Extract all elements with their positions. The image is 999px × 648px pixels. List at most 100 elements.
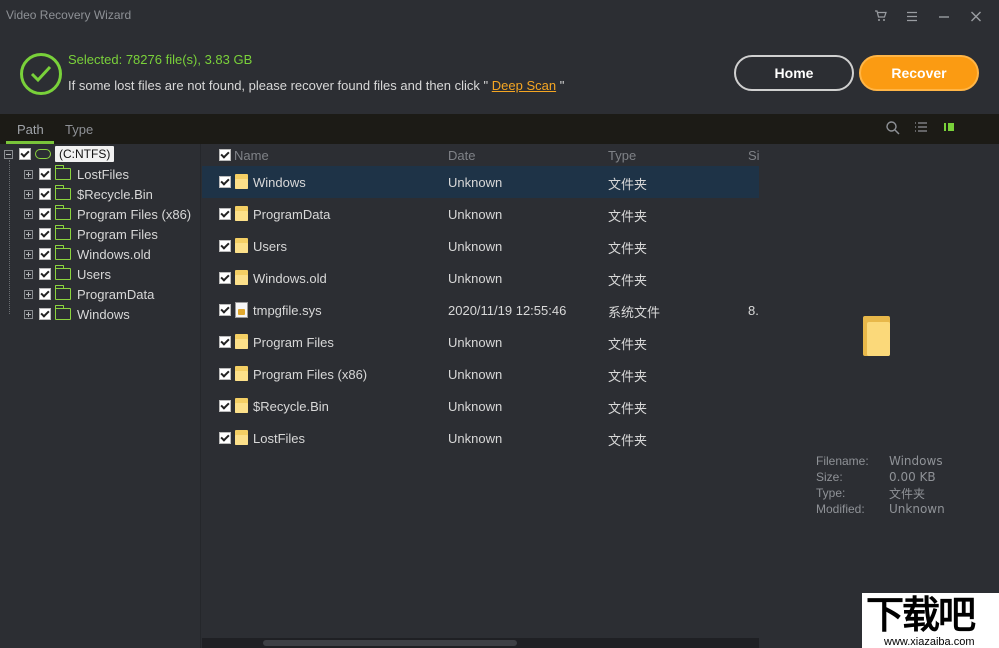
file-type: 文件夹 [608, 210, 648, 225]
watermark-url: www.xiazaiba.com [884, 636, 975, 648]
search-icon[interactable] [885, 120, 901, 136]
file-name: Windows.old [253, 271, 327, 286]
file-type: 系统文件 [608, 306, 661, 321]
tree-item-checkbox[interactable] [39, 308, 51, 320]
tree-item-checkbox[interactable] [39, 208, 51, 220]
deep-scan-hint: If some lost files are not found, please… [68, 78, 564, 93]
tab-path[interactable]: Path [17, 122, 44, 137]
file-name: tmpgfile.sys [253, 303, 322, 318]
meta-size-label: Size: [816, 470, 843, 484]
file-row-checkbox[interactable] [219, 176, 231, 188]
list-header: Name Date Type Si [202, 144, 760, 166]
tree-item-programdata[interactable]: ProgramData [24, 284, 154, 304]
file-list: Name Date Type Si Windows Unknown 文件夹 Pr… [202, 144, 760, 638]
file-name: Windows [253, 175, 306, 190]
file-row[interactable]: Users Unknown 文件夹 [202, 230, 759, 262]
file-name: ProgramData [253, 207, 331, 222]
tree-item-checkbox[interactable] [39, 188, 51, 200]
file-row-checkbox[interactable] [219, 432, 231, 444]
meta-filename-label: Filename: [816, 454, 869, 468]
expand-icon[interactable] [24, 189, 33, 199]
tree-root-checkbox[interactable] [19, 148, 31, 160]
tree-item-checkbox[interactable] [39, 248, 51, 260]
file-date: Unknown [448, 207, 503, 222]
tree-item-checkbox[interactable] [39, 268, 51, 280]
title-bar: Video Recovery Wizard [0, 0, 999, 30]
file-row[interactable]: Windows.old Unknown 文件夹 [202, 262, 759, 294]
menu-icon[interactable] [901, 6, 923, 26]
expand-icon[interactable] [24, 309, 33, 319]
view-tab-bar [0, 114, 999, 144]
list-view-icon[interactable] [913, 120, 929, 136]
hint-suffix: " [559, 78, 565, 93]
column-type[interactable]: Type [608, 148, 636, 163]
tree-item-program-files[interactable]: Program Files [24, 224, 158, 244]
expand-icon[interactable] [24, 289, 33, 299]
file-row-checkbox[interactable] [219, 304, 231, 316]
file-row[interactable]: Program Files (x86) Unknown 文件夹 [202, 358, 759, 390]
file-row[interactable]: LostFiles Unknown 文件夹 [202, 422, 759, 454]
success-check-icon [20, 53, 62, 95]
cart-icon[interactable] [869, 6, 891, 26]
tree-item-program-files-x86[interactable]: Program Files (x86) [24, 204, 191, 224]
file-name: Program Files (x86) [253, 367, 368, 382]
folder-icon [55, 265, 71, 280]
file-row[interactable]: Program Files Unknown 文件夹 [202, 326, 759, 358]
expand-icon[interactable] [24, 249, 33, 259]
folder-icon [235, 398, 248, 413]
scrollbar-thumb[interactable] [263, 640, 517, 646]
column-size[interactable]: Si [748, 148, 760, 163]
tree-item-windows-old[interactable]: Windows.old [24, 244, 151, 264]
file-row-checkbox[interactable] [219, 336, 231, 348]
column-date[interactable]: Date [448, 148, 475, 163]
selected-summary: Selected: 78276 file(s), 3.83 GB [68, 52, 253, 67]
expand-icon[interactable] [24, 269, 33, 279]
close-icon[interactable] [965, 6, 987, 26]
scan-result-header: Selected: 78276 file(s), 3.83 GB If some… [0, 30, 999, 114]
minimize-icon[interactable] [933, 6, 955, 26]
file-type: 文件夹 [608, 178, 648, 193]
file-type: 文件夹 [608, 434, 648, 449]
folder-icon [235, 174, 248, 189]
file-row[interactable]: $Recycle.Bin Unknown 文件夹 [202, 390, 759, 422]
tree-item-label: $Recycle.Bin [77, 186, 153, 202]
tree-item-checkbox[interactable] [39, 228, 51, 240]
file-name: Program Files [253, 335, 334, 350]
file-row-checkbox[interactable] [219, 272, 231, 284]
file-row[interactable]: tmpgfile.sys 2020/11/19 12:55:46 系统文件 8. [202, 294, 759, 326]
home-button[interactable]: Home [734, 55, 854, 91]
file-row[interactable]: Windows Unknown 文件夹 [202, 166, 759, 198]
expand-icon[interactable] [24, 229, 33, 239]
tab-type[interactable]: Type [65, 122, 93, 137]
tree-item-recycle-bin[interactable]: $Recycle.Bin [24, 184, 153, 204]
window-controls [869, 6, 987, 26]
collapse-icon[interactable] [4, 149, 13, 159]
tree-item-checkbox[interactable] [39, 168, 51, 180]
tree-item-lostfiles[interactable]: LostFiles [24, 164, 129, 184]
file-row-checkbox[interactable] [219, 208, 231, 220]
expand-icon[interactable] [24, 209, 33, 219]
expand-icon[interactable] [24, 169, 33, 179]
drive-icon [35, 149, 51, 159]
meta-filename-value: Windows [889, 454, 943, 468]
meta-type-label: Type: [816, 486, 846, 500]
file-size: 8. [748, 303, 759, 318]
file-date: Unknown [448, 399, 503, 414]
deep-scan-link[interactable]: Deep Scan [492, 78, 556, 93]
tree-item-users[interactable]: Users [24, 264, 111, 284]
folder-icon [235, 238, 248, 253]
meta-modified-label: Modified: [816, 502, 865, 516]
tree-root-item[interactable]: (C:NTFS) [4, 144, 115, 164]
file-row-checkbox[interactable] [219, 400, 231, 412]
file-row[interactable]: ProgramData Unknown 文件夹 [202, 198, 759, 230]
file-row-checkbox[interactable] [219, 240, 231, 252]
tree-item-checkbox[interactable] [39, 288, 51, 300]
file-row-checkbox[interactable] [219, 368, 231, 380]
select-all-checkbox[interactable] [219, 149, 231, 161]
app-title: Video Recovery Wizard [6, 8, 132, 22]
file-type: 文件夹 [608, 402, 648, 417]
column-name[interactable]: Name [234, 148, 269, 163]
tree-item-windows[interactable]: Windows [24, 304, 130, 324]
recover-button[interactable]: Recover [859, 55, 979, 91]
detail-view-icon[interactable] [941, 120, 957, 136]
